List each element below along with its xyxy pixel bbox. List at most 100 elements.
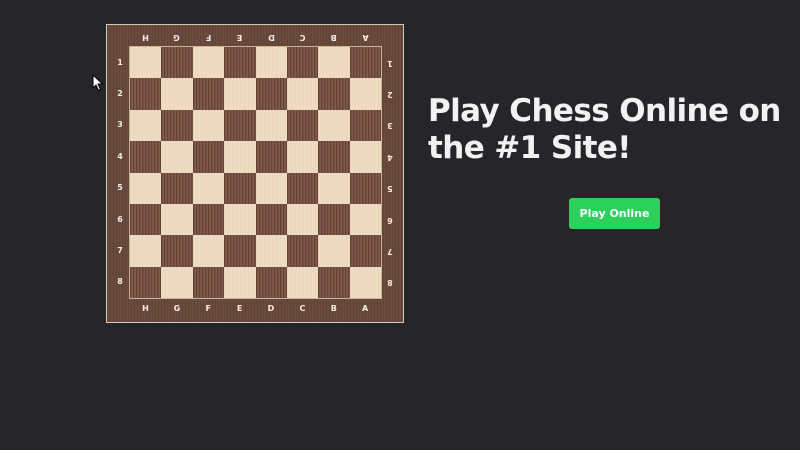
light-square[interactable] (255, 109, 287, 142)
dark-square[interactable] (192, 78, 225, 110)
light-square[interactable] (318, 109, 350, 142)
headline: Play Chess Online on the #1 Site! (428, 93, 781, 166)
dark-square[interactable] (224, 172, 256, 204)
chess-board[interactable]: H G F E D C B A H G F E D C B A 1 2 3 4 5 6 7 8 1 2 3 4 5 6 7 8 (106, 24, 404, 323)
file-label-bottom: G (173, 304, 181, 313)
file-label-bottom: E (236, 304, 243, 313)
dark-square[interactable] (255, 78, 287, 110)
dark-square[interactable] (286, 235, 319, 267)
rank-label-right: 3 (387, 121, 393, 131)
light-square[interactable] (224, 266, 256, 298)
board-squares[interactable] (129, 46, 382, 299)
dark-square[interactable] (255, 266, 287, 298)
rank-label-left: 8 (117, 277, 123, 287)
light-square[interactable] (192, 47, 225, 79)
dark-square[interactable] (130, 141, 162, 173)
light-square[interactable] (349, 141, 381, 173)
file-label-bottom: C (299, 304, 306, 313)
light-square[interactable] (318, 47, 350, 79)
file-label-bottom: H (142, 304, 149, 313)
file-label-top: F (205, 33, 211, 42)
dark-square[interactable] (224, 109, 256, 142)
light-square[interactable] (224, 203, 256, 236)
light-square[interactable] (318, 172, 350, 204)
light-square[interactable] (255, 235, 287, 267)
light-square[interactable] (130, 235, 162, 267)
light-square[interactable] (255, 172, 287, 204)
mouse-cursor-icon (92, 74, 104, 92)
dark-square[interactable] (192, 141, 225, 173)
dark-square[interactable] (224, 47, 256, 79)
light-square[interactable] (192, 235, 225, 267)
light-square[interactable] (286, 266, 319, 298)
rank-label-left: 7 (117, 245, 123, 255)
file-label-top: A (362, 33, 369, 42)
dark-square[interactable] (255, 203, 287, 236)
dark-square[interactable] (349, 47, 381, 79)
dark-square[interactable] (161, 235, 193, 267)
light-square[interactable] (286, 78, 319, 110)
rank-label-right: 8 (387, 278, 393, 288)
light-square[interactable] (224, 78, 256, 110)
play-online-button[interactable]: Play Online (569, 198, 660, 229)
dark-square[interactable] (349, 109, 381, 142)
light-square[interactable] (192, 172, 225, 204)
rank-label-right: 7 (387, 246, 393, 256)
dark-square[interactable] (192, 266, 225, 298)
light-square[interactable] (255, 47, 287, 79)
rank-label-right: 2 (387, 90, 393, 100)
light-square[interactable] (224, 141, 256, 173)
light-square[interactable] (192, 109, 225, 142)
file-label-top: E (236, 33, 243, 42)
light-square[interactable] (286, 141, 319, 173)
light-square[interactable] (161, 203, 193, 236)
rank-label-left: 4 (117, 151, 123, 161)
light-square[interactable] (318, 235, 350, 267)
rank-label-left: 3 (117, 120, 123, 130)
dark-square[interactable] (286, 47, 319, 79)
dark-square[interactable] (224, 235, 256, 267)
rank-label-right: 5 (387, 184, 393, 194)
dark-square[interactable] (255, 141, 287, 173)
page: H G F E D C B A H G F E D C B A 1 2 3 4 5 6 7 8 1 2 3 4 5 6 7 8 Play Ch… (0, 0, 800, 450)
light-square[interactable] (349, 203, 381, 236)
file-label-bottom: B (330, 304, 337, 313)
dark-square[interactable] (161, 109, 193, 142)
file-label-bottom: D (267, 304, 275, 313)
dark-square[interactable] (318, 78, 350, 110)
file-label-top: B (330, 33, 337, 42)
rank-label-left: 5 (117, 183, 123, 193)
dark-square[interactable] (161, 172, 193, 204)
dark-square[interactable] (192, 203, 225, 236)
light-square[interactable] (130, 172, 162, 204)
light-square[interactable] (286, 203, 319, 236)
light-square[interactable] (161, 141, 193, 173)
rank-label-right: 6 (387, 215, 393, 225)
file-label-top: H (142, 33, 149, 42)
rank-label-right: 1 (387, 58, 393, 68)
file-label-bottom: A (362, 304, 369, 313)
file-label-bottom: F (205, 304, 211, 313)
light-square[interactable] (161, 266, 193, 298)
dark-square[interactable] (286, 172, 319, 204)
dark-square[interactable] (130, 203, 162, 236)
dark-square[interactable] (349, 235, 381, 267)
file-label-top: D (267, 33, 275, 42)
file-label-top: G (173, 33, 181, 42)
dark-square[interactable] (161, 47, 193, 79)
dark-square[interactable] (130, 266, 162, 298)
rank-label-right: 4 (387, 152, 393, 162)
light-square[interactable] (130, 109, 162, 142)
dark-square[interactable] (349, 172, 381, 204)
light-square[interactable] (349, 78, 381, 110)
dark-square[interactable] (318, 203, 350, 236)
dark-square[interactable] (318, 266, 350, 298)
file-label-top: C (299, 33, 306, 42)
light-square[interactable] (161, 78, 193, 110)
dark-square[interactable] (318, 141, 350, 173)
dark-square[interactable] (286, 109, 319, 142)
light-square[interactable] (349, 266, 381, 298)
light-square[interactable] (130, 47, 162, 79)
rank-label-left: 1 (117, 57, 123, 67)
dark-square[interactable] (130, 78, 162, 110)
